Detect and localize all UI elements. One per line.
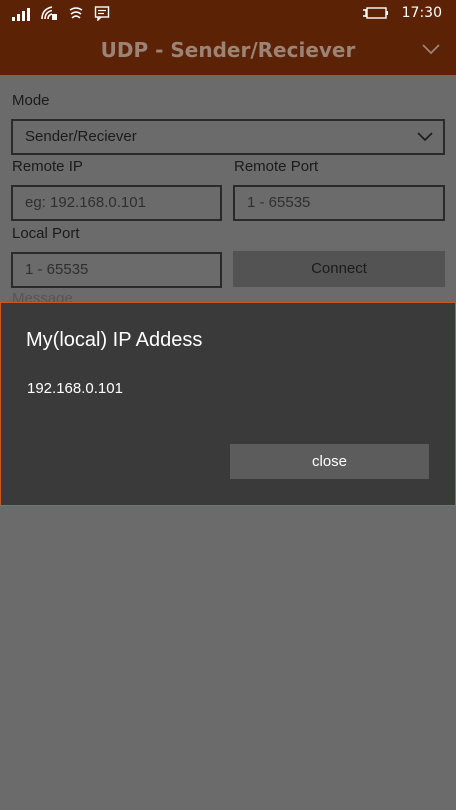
wifi-icon — [69, 7, 83, 19]
dialog-title: My(local) IP Addess — [26, 329, 203, 351]
status-icons-left — [12, 5, 110, 21]
local-port-placeholder: 1 - 65535 — [25, 261, 89, 278]
mode-select[interactable]: Sender/Reciever — [11, 119, 445, 155]
close-button[interactable]: close — [230, 444, 429, 479]
status-time: 17:30 — [401, 5, 442, 21]
mode-label: Mode — [12, 92, 50, 109]
message-icon — [94, 6, 110, 21]
remote-port-input[interactable]: 1 - 65535 — [233, 185, 445, 221]
local-port-label: Local Port — [12, 225, 80, 242]
battery-charging-icon — [362, 7, 388, 19]
app-header: UDP - Sender/Reciever — [0, 27, 456, 75]
page-title: UDP - Sender/Reciever — [100, 38, 356, 62]
wifi-phone-icon — [41, 6, 57, 20]
chevron-down-icon[interactable] — [422, 43, 440, 55]
remote-ip-label: Remote IP — [12, 158, 83, 175]
status-icons-right: 17:30 — [362, 5, 442, 21]
local-port-input[interactable]: 1 - 65535 — [11, 252, 222, 288]
chevron-down-icon — [417, 132, 433, 142]
ip-address-dialog: My(local) IP Addess 192.168.0.101 close — [0, 302, 456, 506]
signal-bars-icon — [12, 7, 30, 21]
remote-port-label: Remote Port — [234, 158, 319, 175]
connect-button[interactable]: Connect — [233, 251, 445, 287]
status-bar: 17:30 — [0, 0, 456, 27]
remote-ip-input[interactable]: eg: 192.168.0.101 — [11, 185, 222, 221]
dialog-ip-value: 192.168.0.101 — [27, 380, 123, 397]
remote-ip-placeholder: eg: 192.168.0.101 — [25, 194, 146, 211]
remote-port-placeholder: 1 - 65535 — [247, 194, 311, 211]
mode-select-value: Sender/Reciever — [25, 128, 137, 145]
